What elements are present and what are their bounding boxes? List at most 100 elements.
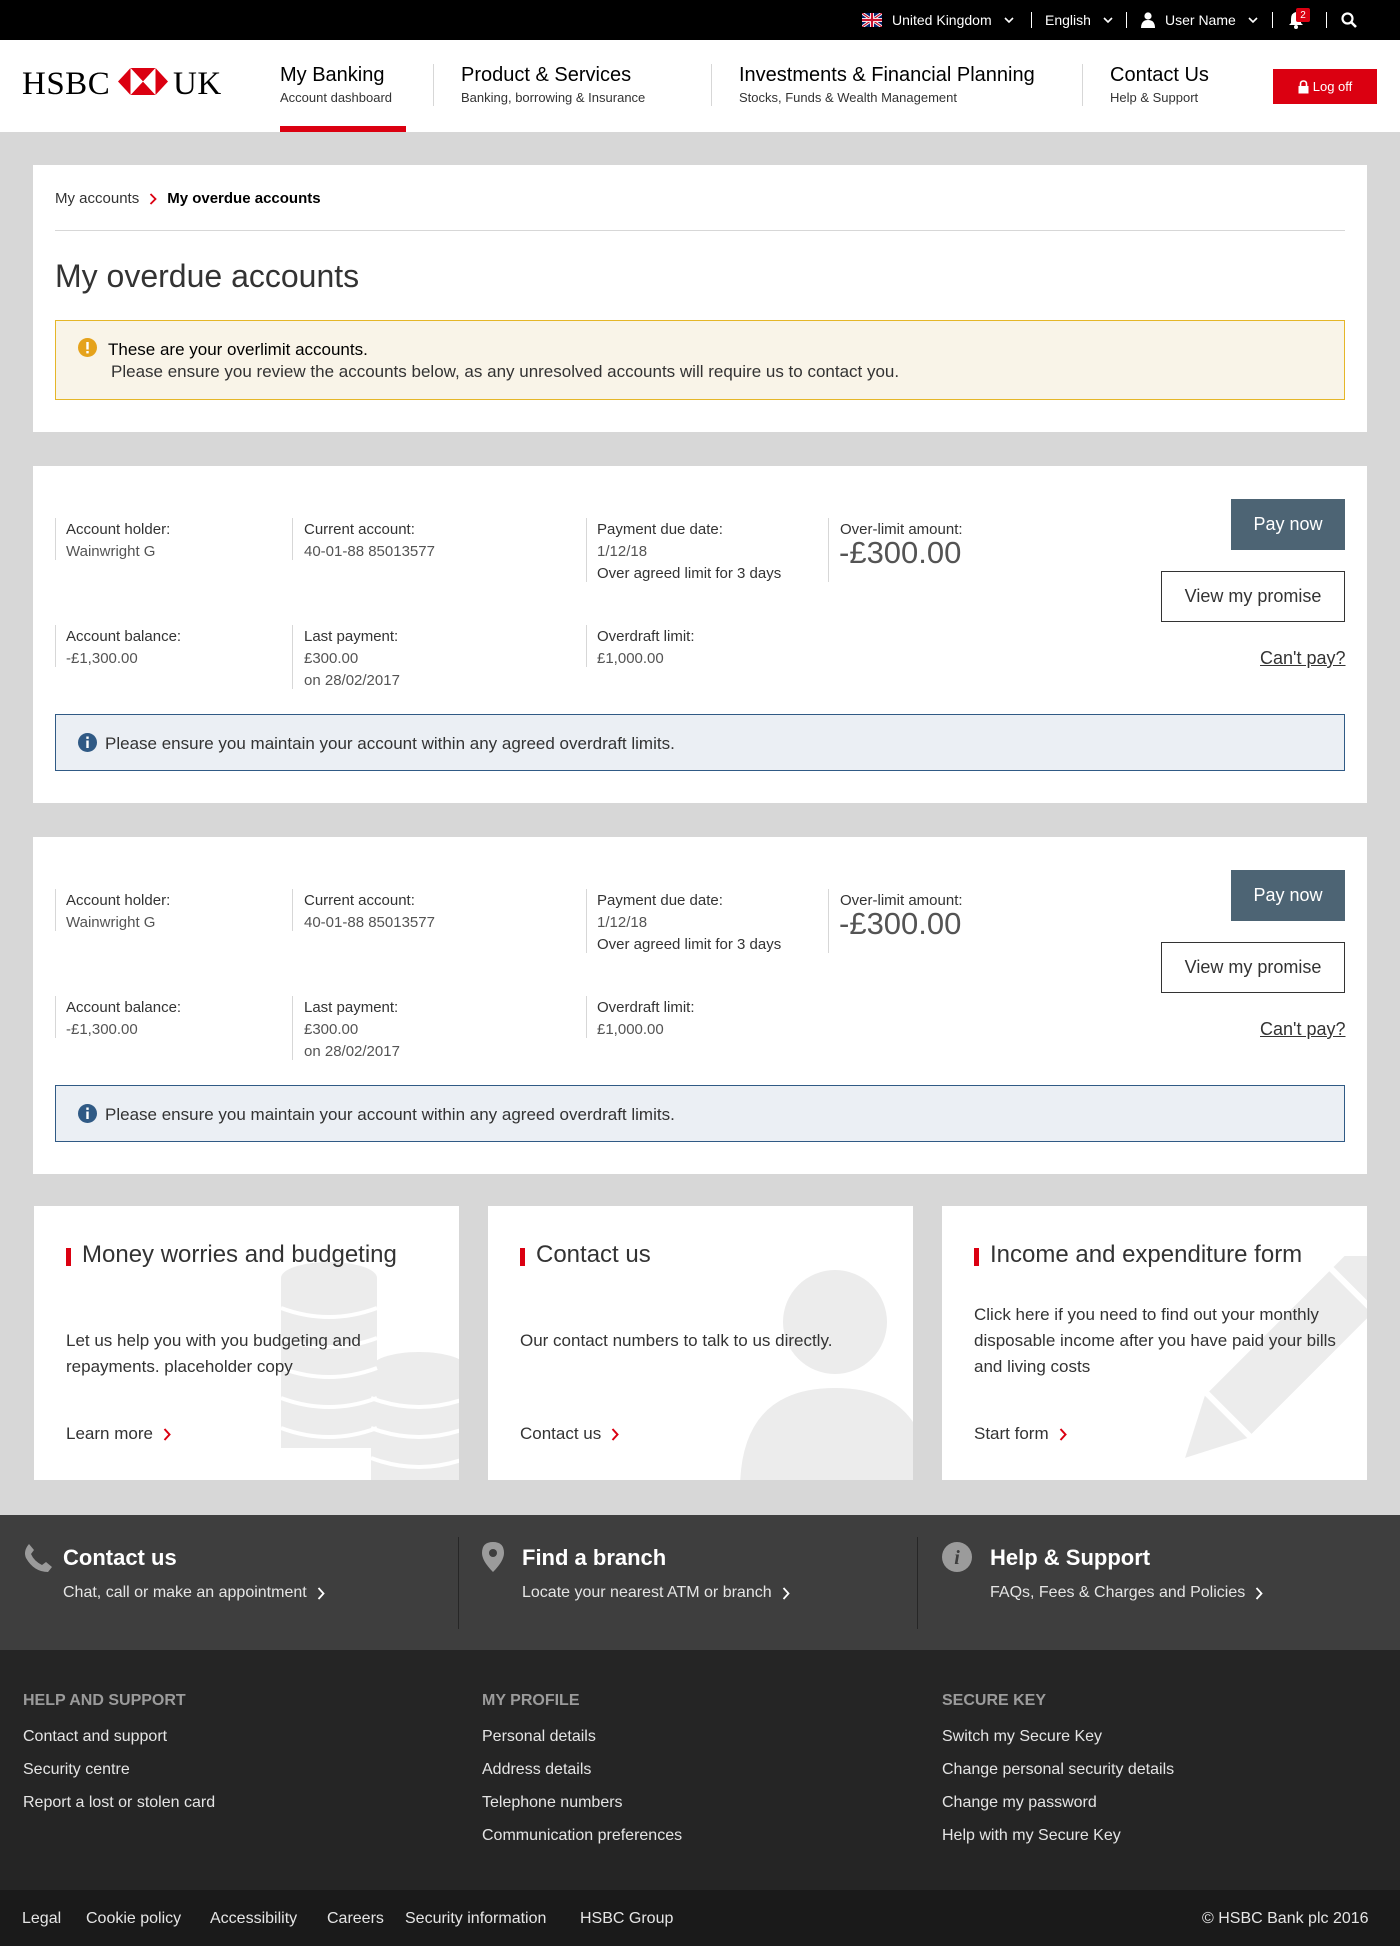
current-account-label: Current account:	[304, 521, 415, 538]
nav-subtitle: Help & Support	[1110, 90, 1199, 105]
divider	[586, 625, 587, 667]
last-payment-date: on 28/02/2017	[304, 1043, 400, 1060]
card-link-learn-more[interactable]: Learn more	[66, 1424, 171, 1444]
footer-link[interactable]: Contact and support	[23, 1728, 167, 1746]
over-limit-days: Over agreed limit for 3 days	[597, 565, 782, 582]
overdraft-limit-value: £1,000.00	[597, 650, 664, 667]
cant-pay-link[interactable]: Can't pay?	[1260, 1019, 1346, 1040]
breadcrumb: My accounts My overdue accounts	[55, 190, 321, 207]
nav-divider	[711, 64, 712, 106]
card-link-label: Start form	[974, 1424, 1049, 1443]
footer-legal-link[interactable]: Cookie policy	[86, 1910, 181, 1928]
nav-title: Product & Services	[461, 64, 632, 86]
card-money-worries[interactable]: Money worries and budgeting Let us help …	[34, 1206, 459, 1480]
chevron-right-icon	[150, 192, 157, 205]
footer-link[interactable]: Address details	[482, 1761, 591, 1779]
user-menu[interactable]: User Name	[1141, 0, 1258, 40]
over-limit-amount: -£300.00	[839, 906, 962, 941]
footer-legal-link[interactable]: Accessibility	[210, 1910, 297, 1928]
overlimit-alert: These are your overlimit accounts. Pleas…	[55, 320, 1345, 400]
info-icon	[78, 733, 97, 752]
chevron-right-icon	[1059, 1427, 1067, 1441]
page-title: My overdue accounts	[55, 258, 360, 294]
logoff-label: Log off	[1312, 79, 1353, 94]
divider	[292, 518, 293, 560]
breadcrumb-link-my-accounts[interactable]: My accounts	[55, 190, 139, 207]
notification-badge: 2	[1296, 8, 1310, 22]
card-link-start-form[interactable]: Start form	[974, 1424, 1067, 1444]
divider	[55, 518, 56, 560]
current-account-label: Current account:	[304, 892, 415, 909]
nav-contact-us[interactable]: Contact Us Help & Support	[1110, 64, 1209, 105]
footer-link[interactable]: Change personal security details	[942, 1761, 1174, 1779]
country-selector[interactable]: United Kingdom	[862, 0, 1014, 40]
footer-contact-link[interactable]: Chat, call or make an appointment	[63, 1584, 325, 1602]
footer-branch-link[interactable]: Locate your nearest ATM or branch	[522, 1584, 790, 1602]
language-selector[interactable]: English	[1045, 0, 1113, 40]
search-button[interactable]	[1341, 0, 1357, 40]
view-promise-button[interactable]: View my promise	[1161, 571, 1345, 622]
footer-link-label: FAQs, Fees & Charges and Policies	[990, 1584, 1246, 1601]
current-account-value: 40-01-88 85013577	[304, 914, 435, 931]
over-limit-amount: -£300.00	[839, 535, 962, 570]
footer-link[interactable]: Communication preferences	[482, 1827, 682, 1845]
footer-link[interactable]: Switch my Secure Key	[942, 1728, 1102, 1746]
overdraft-info-message: Please ensure you maintain your account …	[55, 1085, 1345, 1142]
footer-legal-link[interactable]: HSBC Group	[580, 1910, 673, 1928]
footer-link[interactable]: Security centre	[23, 1761, 130, 1779]
divider	[55, 996, 56, 1038]
cant-pay-link[interactable]: Can't pay?	[1260, 648, 1346, 669]
footer-link[interactable]: Personal details	[482, 1728, 596, 1746]
info-icon: i	[942, 1542, 972, 1572]
payment-due-label: Payment due date:	[597, 892, 723, 909]
alert-title: These are your overlimit accounts.	[108, 340, 368, 359]
breadcrumb-current: My overdue accounts	[167, 190, 321, 207]
divider	[828, 889, 829, 953]
divider	[458, 1537, 459, 1629]
overdraft-limit-label: Overdraft limit:	[597, 999, 695, 1016]
divider	[1031, 12, 1032, 28]
footer-legal-link[interactable]: Legal	[22, 1910, 61, 1928]
account-holder-value: Wainwright G	[66, 543, 156, 560]
overdraft-info-message: Please ensure you maintain your account …	[55, 714, 1345, 771]
nav-title: My Banking	[280, 64, 385, 86]
account-balance-value: -£1,300.00	[66, 1021, 138, 1038]
card-link-contact-us[interactable]: Contact us	[520, 1424, 620, 1444]
hsbc-logo[interactable]: HSBC UK	[22, 40, 227, 132]
last-payment-label: Last payment:	[304, 999, 399, 1016]
logoff-button[interactable]: Log off	[1273, 69, 1377, 104]
footer-link[interactable]: Help with my Secure Key	[942, 1827, 1121, 1845]
chevron-down-icon	[1248, 17, 1258, 24]
footer-legal-link[interactable]: Security information	[405, 1910, 546, 1928]
footer-legal-link[interactable]: Careers	[327, 1910, 384, 1928]
card-text: Let us help you with you budgeting and r…	[66, 1331, 361, 1376]
view-promise-button[interactable]: View my promise	[1161, 942, 1345, 993]
nav-investments[interactable]: Investments & Financial Planning Stocks,…	[739, 64, 1035, 105]
account-panel: Account holder: Wainwright G Current acc…	[33, 837, 1367, 1174]
info-icon	[78, 1104, 97, 1123]
footer-link[interactable]: Report a lost or stolen card	[23, 1794, 215, 1812]
hexagon-logo-icon	[118, 68, 168, 95]
account-balance-label: Account balance:	[66, 999, 182, 1016]
pay-now-button[interactable]: Pay now	[1231, 870, 1345, 921]
footer-link[interactable]: Telephone numbers	[482, 1794, 623, 1812]
location-pin-icon	[482, 1542, 504, 1572]
chevron-right-icon	[163, 1427, 171, 1441]
phone-icon	[25, 1544, 52, 1572]
footer-link-label: Locate your nearest ATM or branch	[522, 1584, 772, 1601]
card-income-expenditure[interactable]: Income and expenditure form Click here i…	[942, 1206, 1367, 1480]
payment-due-value: 1/12/18	[597, 543, 648, 560]
account-balance-label: Account balance:	[66, 628, 182, 645]
pay-now-button[interactable]: Pay now	[1231, 499, 1345, 550]
footer-help-link[interactable]: FAQs, Fees & Charges and Policies	[990, 1584, 1263, 1602]
footer-column-heading: HELP AND SUPPORT	[23, 1692, 186, 1709]
nav-my-banking[interactable]: My Banking Account dashboard	[280, 64, 392, 105]
footer-quick-links: Contact us Chat, call or make an appoint…	[0, 1515, 1400, 1650]
footer-link[interactable]: Change my password	[942, 1794, 1097, 1812]
footer-branch-title: Find a branch	[522, 1545, 667, 1570]
nav-products-services[interactable]: Product & Services Banking, borrowing & …	[461, 64, 645, 105]
divider	[586, 889, 587, 953]
card-contact-us[interactable]: Contact us Our contact numbers to talk t…	[488, 1206, 913, 1480]
overdraft-limit-value: £1,000.00	[597, 1021, 664, 1038]
payment-due-label: Payment due date:	[597, 521, 723, 538]
